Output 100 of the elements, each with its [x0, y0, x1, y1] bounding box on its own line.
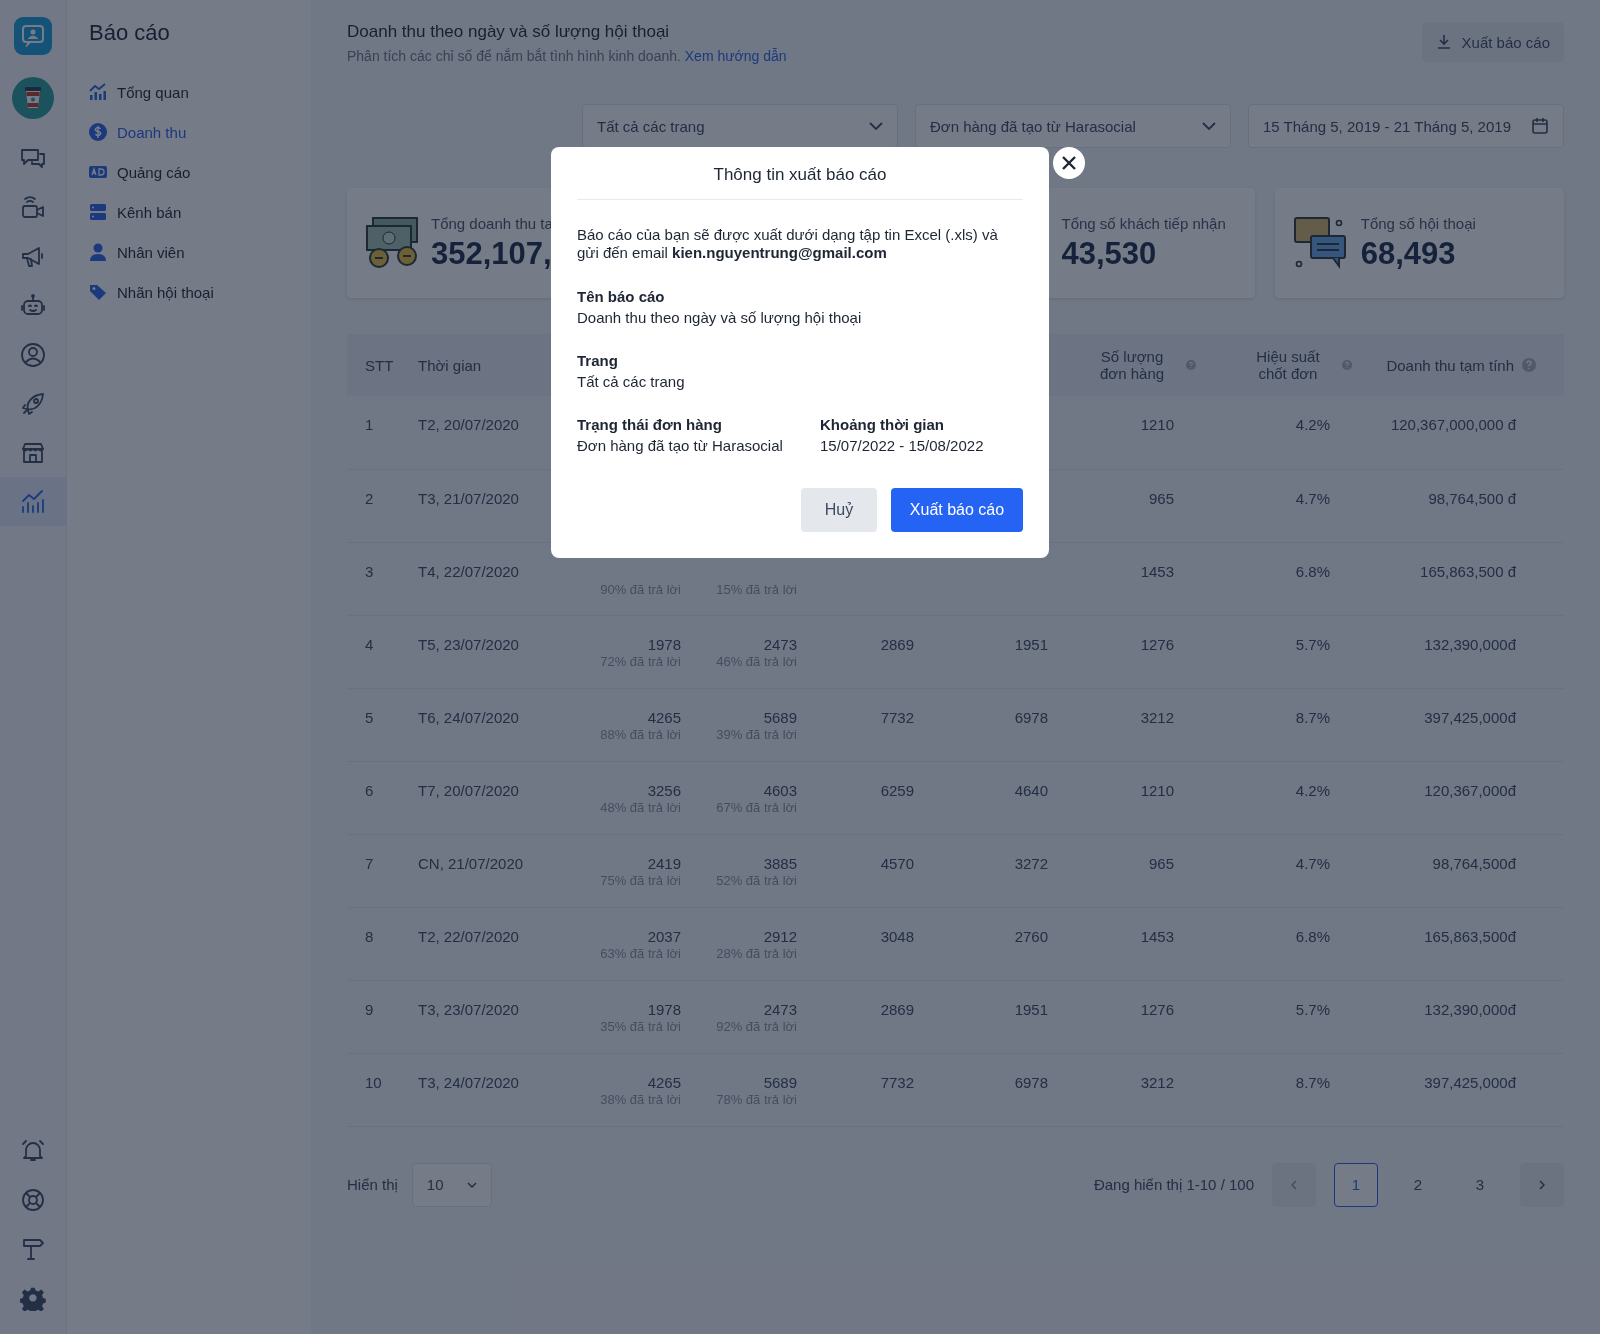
- page-button[interactable]: 1: [1334, 1162, 1378, 1207]
- user-icon: [89, 243, 107, 261]
- table-cell-text: 8: [365, 927, 375, 945]
- table-cell-text: CN, 21/07/2020: [418, 854, 525, 872]
- column-header: STT: [365, 356, 394, 374]
- table-cell-text: T4, 22/07/2020: [418, 562, 520, 580]
- table-cell-text: 98,764,500 đ: [1427, 489, 1516, 507]
- cancel-button[interactable]: Huỷ: [801, 488, 877, 532]
- export-button[interactable]: Xuất báo cáo: [1421, 22, 1564, 62]
- column-header: Hiệu suất chốt đơn: [1255, 348, 1321, 382]
- dollar-icon: [89, 123, 107, 141]
- nav-item[interactable]: Kênh bán: [89, 192, 311, 232]
- table-cell-text: T5, 23/07/2020: [418, 635, 520, 653]
- field-label: Khoảng thời gian: [820, 416, 945, 433]
- table-cell-text: 2473: [762, 635, 797, 653]
- table-cell-text: 7732: [879, 1073, 914, 1091]
- nav-item[interactable]: Quảng cáo: [89, 152, 311, 192]
- table-cell-text: 1951: [1013, 635, 1048, 653]
- table-cell-text: T3, 23/07/2020: [418, 1000, 520, 1018]
- nav-item[interactable]: Tổng quan: [89, 72, 311, 112]
- table-cell-text: 98,764,500đ: [1431, 854, 1516, 872]
- table-cell-text: 6978: [1013, 708, 1048, 726]
- table-cell-text: 3212: [1139, 708, 1174, 726]
- table-cell-text: 5.7%: [1294, 1000, 1330, 1018]
- table-cell-text: 4.7%: [1294, 854, 1330, 872]
- column-header: Số lượng đơn hàng: [1099, 348, 1166, 382]
- page-size-select[interactable]: 10: [411, 1162, 492, 1207]
- table-cell-text: 8.7%: [1294, 708, 1330, 726]
- nav-item[interactable]: Doanh thu: [89, 112, 311, 152]
- table-cell-text: 4603: [762, 781, 797, 799]
- table-cell-text: 397,425,000đ: [1423, 1073, 1516, 1091]
- stat-value: 43,530: [1061, 235, 1158, 272]
- table-cell-text: 3048: [879, 927, 914, 945]
- rocket-icon: [20, 390, 46, 417]
- field-value: 15/07/2022 - 15/08/2022: [820, 437, 985, 454]
- table-cell-text: T3, 24/07/2020: [418, 1073, 520, 1091]
- column-header: Thời gian: [418, 356, 482, 374]
- table-cell-text: 2912: [762, 927, 797, 945]
- table-cell-text: T2, 22/07/2020: [418, 927, 520, 945]
- nav-item[interactable]: Nhãn hội thoại: [89, 272, 311, 312]
- stat-title: Tổng số hội thoại: [1360, 214, 1476, 232]
- table-cell-text: 3: [365, 562, 375, 580]
- chevron-down-icon: [1202, 122, 1216, 130]
- table-cell-text: 132,390,000đ: [1423, 635, 1516, 653]
- table-cell-text: 1210: [1139, 781, 1174, 799]
- guide-link[interactable]: Xem hướng dẫn: [684, 48, 787, 64]
- app-logo-icon[interactable]: [14, 17, 52, 55]
- export-confirm-button[interactable]: Xuất báo cáo: [891, 488, 1023, 532]
- table-cell-text: 4.2%: [1294, 781, 1330, 799]
- calendar-icon: [1531, 117, 1549, 135]
- chat-bubbles-icon: [1292, 216, 1349, 270]
- field-value: Tất cả các trang: [577, 373, 686, 390]
- stat-value: 68,493: [1360, 235, 1457, 272]
- table-cell-text: 1951: [1013, 1000, 1048, 1018]
- page-summary: Đang hiển thị 1-10 / 100: [1093, 1176, 1254, 1193]
- bell-icon: [20, 1137, 46, 1164]
- page-button[interactable]: 2: [1396, 1162, 1440, 1207]
- table-cell-text: 165,863,500đ: [1423, 927, 1516, 945]
- table-cell-text: 6259: [879, 781, 914, 799]
- close-icon: [1062, 156, 1076, 170]
- table-cell-text: 5.7%: [1294, 635, 1330, 653]
- table-cell-text: T6, 24/07/2020: [418, 708, 520, 726]
- table-cell-text: 4: [365, 635, 375, 653]
- order-status-select[interactable]: Đơn hàng đã tạo từ Harasocial: [915, 104, 1231, 148]
- rail-item[interactable]: [0, 477, 66, 526]
- column-header: Doanh thu tạm tính: [1386, 356, 1514, 374]
- chart-icon: [89, 83, 107, 101]
- store-avatar-icon[interactable]: [12, 77, 54, 119]
- table-cell-text: 132,390,000đ: [1423, 1000, 1516, 1018]
- table-cell-text: 5689: [762, 1073, 797, 1091]
- server-icon: [89, 203, 107, 221]
- chevron-down-icon: [869, 122, 883, 130]
- table-cell-text: 6.8%: [1294, 562, 1330, 580]
- page-size-label: Hiển thị: [347, 1176, 398, 1193]
- table-cell-text: 2: [365, 489, 375, 507]
- chart-icon: [20, 488, 46, 515]
- table-cell-text: 2037: [646, 927, 681, 945]
- nav-item[interactable]: Nhân viên: [89, 232, 311, 272]
- table-cell-text: 9: [365, 1000, 375, 1018]
- page-button[interactable]: 3: [1458, 1162, 1502, 1207]
- field-value: Đơn hàng đã tạo từ Harasocial: [577, 437, 784, 454]
- table-cell-text: 397,425,000đ: [1423, 708, 1516, 726]
- field-label: Tên báo cáo: [577, 288, 666, 305]
- close-button[interactable]: [1053, 147, 1085, 179]
- table-cell-text: 4.7%: [1294, 489, 1330, 507]
- table-cell-text: 1276: [1139, 635, 1174, 653]
- table-cell-text: 1210: [1139, 416, 1174, 433]
- chevron-right-icon: [1539, 1179, 1545, 1190]
- dialog-message: Báo cáo của bạn sẽ được xuất dưới dạng tập tin Excel (.xls) và gửi đến email kien.nguyentrung@gmail.com: [577, 226, 999, 262]
- table-cell-text: 1978: [646, 635, 681, 653]
- table-cell-text: 2869: [879, 635, 914, 653]
- field-value: Doanh thu theo ngày và số lượng hội thoại: [577, 309, 863, 326]
- stat-title: Tổng số khách tiếp nhận: [1061, 214, 1226, 232]
- user-circle-icon: [20, 341, 46, 368]
- table-cell-text: 6.8%: [1294, 927, 1330, 945]
- date-range-picker[interactable]: 15 Tháng 5, 2019 - 21 Tháng 5, 2019: [1248, 104, 1564, 148]
- page-select[interactable]: Tất cả các trang: [582, 104, 898, 148]
- table-cell-text: 3256: [646, 781, 681, 799]
- money-icon: [365, 216, 419, 270]
- table-cell-text: 7: [365, 854, 375, 872]
